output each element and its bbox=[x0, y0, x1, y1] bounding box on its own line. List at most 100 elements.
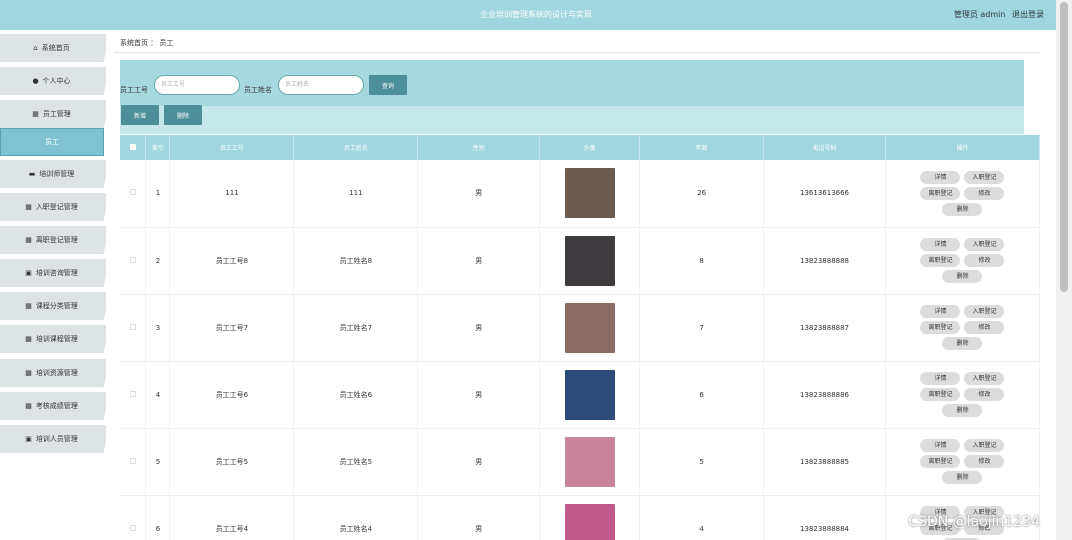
col-phone: 电话号码 bbox=[763, 135, 886, 160]
resign-button[interactable]: 离职登记 bbox=[920, 186, 961, 200]
avatar bbox=[564, 302, 615, 353]
employee-id-input[interactable]: 员工工号 bbox=[154, 75, 240, 95]
photo-cell bbox=[539, 294, 641, 362]
avatar bbox=[564, 168, 615, 219]
add-button[interactable]: 新增 bbox=[121, 105, 159, 125]
sidebar-item-label: 培训课程管理 bbox=[35, 335, 78, 343]
details-button[interactable]: 详情 bbox=[920, 439, 961, 452]
gender-cell: 男 bbox=[417, 361, 541, 429]
sidebar-item-label: 入职登记管理 bbox=[35, 203, 78, 211]
row-actions: 详情入职登记离职登记修改删除 bbox=[912, 305, 1012, 350]
logout-link[interactable]: 退出登录 bbox=[1012, 10, 1044, 19]
row-select-cell bbox=[120, 495, 147, 540]
resign-button[interactable]: 离职登记 bbox=[920, 254, 961, 267]
avatar bbox=[564, 503, 615, 540]
breadcrumb-home[interactable]: 系统首页 bbox=[120, 39, 148, 47]
app-title: 企业培训管理系统的设计与实现 bbox=[480, 10, 592, 19]
watermark: CSDN @laojin1234 bbox=[908, 514, 1040, 530]
gender-cell: 男 bbox=[417, 428, 541, 496]
row-actions: 详情入职登记离职登记修改删除 bbox=[912, 439, 1012, 484]
scrollbar[interactable] bbox=[1056, 0, 1072, 540]
delete-button[interactable]: 删除 bbox=[164, 105, 202, 125]
onboard-button[interactable]: 入职登记 bbox=[964, 439, 1005, 452]
details-button[interactable]: 详情 bbox=[920, 170, 961, 184]
details-button[interactable]: 详情 bbox=[920, 372, 961, 385]
edit-button[interactable]: 修改 bbox=[964, 455, 1005, 468]
employee-name-cell: 员工姓名4 bbox=[293, 495, 419, 540]
index-cell: 1 bbox=[145, 160, 171, 228]
index-cell: 5 bbox=[145, 428, 171, 496]
avatar bbox=[564, 369, 615, 420]
resign-button[interactable]: 离职登记 bbox=[920, 388, 961, 401]
edit-button[interactable]: 修改 bbox=[964, 388, 1005, 401]
row-checkbox[interactable] bbox=[129, 256, 136, 263]
select-all-cell bbox=[120, 135, 147, 160]
row-checkbox[interactable] bbox=[129, 189, 136, 196]
onboard-button[interactable]: 入职登记 bbox=[964, 305, 1005, 318]
row-checkbox[interactable] bbox=[129, 457, 136, 464]
sidebar-item-label: 员工管理 bbox=[42, 110, 71, 118]
action-band bbox=[120, 106, 1024, 134]
employee-name-cell: 员工姓名8 bbox=[293, 227, 419, 295]
onboard-button[interactable]: 入职登记 bbox=[964, 372, 1005, 385]
details-button[interactable]: 详情 bbox=[920, 305, 961, 318]
delete-row-button[interactable]: 删除 bbox=[942, 337, 983, 350]
sidebar-item-label: 系统首页 bbox=[41, 44, 70, 52]
sidebar-item-employee[interactable]: 员工 bbox=[0, 128, 104, 156]
breadcrumb: 系统首页 ： 员工 bbox=[120, 38, 173, 48]
row-actions: 详情入职登记离职登记修改删除 bbox=[912, 170, 1012, 216]
table-row: 4 员工工号6 员工姓名6 男 6 13823888886 详情 入职登记 离职登记 修改 删除 bbox=[120, 361, 1041, 429]
briefcase-icon: ▬ bbox=[28, 170, 36, 178]
employee-name-input[interactable]: 员工姓名 bbox=[278, 75, 364, 95]
index-cell: 6 bbox=[145, 495, 171, 540]
sidebar-item[interactable]: ▦ 考核成绩管理 bbox=[0, 392, 111, 420]
row-actions: 详情入职登记离职登记修改删除 bbox=[912, 238, 1012, 283]
clipboard-icon: ▣ bbox=[25, 435, 32, 443]
row-checkbox[interactable] bbox=[129, 524, 136, 531]
sidebar-item[interactable]: ▦ 员工管理 bbox=[0, 100, 111, 128]
row-actions: 详情入职登记离职登记修改删除 bbox=[912, 372, 1012, 417]
query-button[interactable]: 查询 bbox=[369, 75, 407, 95]
sidebar-item[interactable]: ▣ 培训人员管理 bbox=[0, 425, 111, 453]
breadcrumb-divider bbox=[114, 52, 1040, 53]
sidebar-item[interactable]: ● 个人中心 bbox=[0, 67, 111, 95]
col-employee-name: 员工姓名 bbox=[293, 135, 419, 160]
avatar bbox=[564, 235, 615, 286]
table-header-row: 索引 员工工号 员工姓名 性别 头像 年龄 电话号码 操作 bbox=[120, 135, 1041, 160]
delete-row-button[interactable]: 删除 bbox=[942, 471, 983, 484]
table-row: 5 员工工号5 员工姓名5 男 5 13823888885 详情 入职登记 离职登记 修改 删除 bbox=[120, 428, 1041, 496]
delete-row-button[interactable]: 删除 bbox=[942, 404, 983, 417]
sidebar-item[interactable]: ⌂ 系统首页 bbox=[0, 34, 111, 62]
sidebar-item-label: 培训师管理 bbox=[39, 170, 75, 178]
resign-button[interactable]: 离职登记 bbox=[920, 321, 961, 334]
sidebar-item[interactable]: ▦ 培训课程管理 bbox=[0, 325, 111, 353]
sidebar-item[interactable]: ▦ 课程分类管理 bbox=[0, 292, 111, 320]
edit-button[interactable]: 修改 bbox=[964, 186, 1005, 200]
row-select-cell bbox=[120, 227, 147, 295]
delete-row-button[interactable]: 删除 bbox=[942, 202, 983, 216]
row-select-cell bbox=[120, 428, 147, 496]
row-checkbox[interactable] bbox=[129, 390, 136, 397]
row-checkbox[interactable] bbox=[129, 323, 136, 330]
select-all-checkbox[interactable] bbox=[129, 143, 136, 150]
operations-cell: 详情入职登记离职登记修改删除 bbox=[885, 160, 1041, 228]
employee-name-cell: 员工姓名5 bbox=[293, 428, 419, 496]
sidebar-item[interactable]: ▦ 入职登记管理 bbox=[0, 193, 111, 221]
age-cell: 8 bbox=[639, 227, 765, 295]
table-row: 2 员工工号8 员工姓名8 男 8 13823888888 详情 入职登记 离职登记 修改 删除 bbox=[120, 227, 1041, 295]
sidebar-item[interactable]: ▣ 培训咨询管理 bbox=[0, 259, 111, 287]
sidebar-item[interactable]: ▬ 培训师管理 bbox=[0, 160, 111, 188]
details-button[interactable]: 详情 bbox=[920, 238, 961, 251]
edit-button[interactable]: 修改 bbox=[964, 254, 1005, 267]
operations-cell: 详情入职登记离职登记修改删除 bbox=[885, 294, 1041, 362]
edit-button[interactable]: 修改 bbox=[964, 321, 1005, 334]
sidebar-item[interactable]: ▦ 离职登记管理 bbox=[0, 226, 111, 254]
sidebar-item[interactable]: ▦ 培训资源管理 bbox=[0, 359, 111, 387]
onboard-button[interactable]: 入职登记 bbox=[964, 170, 1005, 184]
employee-id-cell: 员工工号6 bbox=[169, 361, 295, 429]
resign-button[interactable]: 离职登记 bbox=[920, 455, 961, 468]
onboard-button[interactable]: 入职登记 bbox=[964, 238, 1005, 251]
photo-cell bbox=[539, 361, 641, 429]
scrollbar-thumb[interactable] bbox=[1060, 2, 1068, 292]
delete-row-button[interactable]: 删除 bbox=[942, 270, 983, 283]
